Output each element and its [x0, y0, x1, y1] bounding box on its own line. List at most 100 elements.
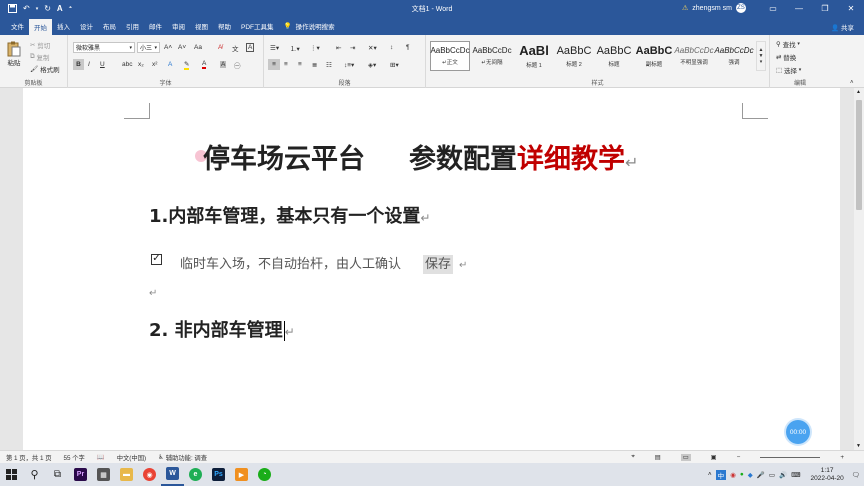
- tray-app-icon[interactable]: ◆: [748, 471, 753, 479]
- paste-button[interactable]: 粘贴: [4, 40, 24, 68]
- tab-review[interactable]: 审阅: [167, 17, 190, 35]
- phonetic-guide-button[interactable]: 文: [232, 42, 239, 53]
- tab-home[interactable]: 开始: [29, 19, 52, 35]
- tab-references[interactable]: 引用: [121, 17, 144, 35]
- shading-button[interactable]: ◈▾: [368, 59, 376, 70]
- clear-formatting-button[interactable]: A̸: [218, 42, 222, 53]
- scroll-up-icon[interactable]: ▲: [856, 89, 861, 95]
- page-count[interactable]: 第 1 页，共 1 页: [6, 453, 52, 462]
- numbering-button[interactable]: ⒈▾: [290, 42, 300, 53]
- style-subtitle[interactable]: AaBbC 副标题: [634, 41, 674, 71]
- subscript-button[interactable]: x₂: [138, 59, 144, 70]
- line-spacing-button[interactable]: ↕≡▾: [344, 59, 354, 70]
- multilevel-list-button[interactable]: ⋮▾: [310, 42, 320, 53]
- increase-indent-button[interactable]: ⇥: [350, 42, 355, 53]
- collapse-ribbon-button[interactable]: ˄: [850, 77, 854, 88]
- share-button[interactable]: 👤 共享: [831, 22, 854, 32]
- maximize-button[interactable]: ❐: [812, 0, 838, 17]
- taskbar-app-chrome[interactable]: ◉: [138, 463, 161, 486]
- style-emphasis[interactable]: AaBbCcDc 强调: [714, 41, 754, 71]
- microphone-icon[interactable]: 🎤: [757, 471, 765, 479]
- style-heading2[interactable]: AaBbC 标题 2: [554, 41, 594, 71]
- taskbar-app-word[interactable]: W: [161, 463, 184, 486]
- read-mode-icon[interactable]: ▤: [655, 454, 661, 461]
- tab-insert[interactable]: 插入: [52, 17, 75, 35]
- align-right-button[interactable]: ≡: [298, 59, 302, 70]
- close-button[interactable]: ✕: [838, 0, 864, 17]
- tab-mailings[interactable]: 邮件: [144, 17, 167, 35]
- italic-button[interactable]: I: [88, 59, 90, 70]
- taskbar-search[interactable]: ⚲: [23, 463, 46, 486]
- tab-layout[interactable]: 布局: [98, 17, 121, 35]
- taskbar-app-orange[interactable]: ▶: [230, 463, 253, 486]
- superscript-button[interactable]: x²: [152, 59, 157, 70]
- show-marks-button[interactable]: ¶: [406, 42, 410, 53]
- bullets-button[interactable]: ☰▾: [270, 42, 279, 53]
- styles-scroll[interactable]: ▲ ▼ ▾: [756, 41, 766, 71]
- chinese-layout-button[interactable]: ✕▾: [368, 42, 377, 53]
- distribute-button[interactable]: ☷: [326, 59, 332, 70]
- select-button[interactable]: ⬚ 选择 ▾: [776, 64, 801, 75]
- zoom-slider[interactable]: [760, 456, 821, 458]
- style-title[interactable]: AaBbC 标题: [594, 41, 634, 71]
- taskbar-app-files[interactable]: ▬: [115, 463, 138, 486]
- proofing-icon[interactable]: 📖: [97, 453, 105, 461]
- sort-button[interactable]: ↕: [390, 42, 393, 53]
- tab-file[interactable]: 文件: [6, 17, 29, 35]
- zoom-in-icon[interactable]: +: [840, 454, 844, 461]
- checkbox-icon[interactable]: ✓: [151, 253, 162, 265]
- tray-app-icon[interactable]: ●: [740, 471, 744, 478]
- strikethrough-button[interactable]: abc: [122, 59, 132, 70]
- focus-icon[interactable]: ⌖: [631, 453, 635, 461]
- font-color-button[interactable]: A: [202, 59, 207, 70]
- ribbon-display-icon[interactable]: ▭: [760, 0, 786, 17]
- style-subtle-emphasis[interactable]: AaBbCcDc 不明显强调: [674, 41, 714, 71]
- enclose-char-button[interactable]: ㊀: [234, 59, 241, 70]
- borders-button[interactable]: ⊞▾: [390, 59, 399, 70]
- start-button[interactable]: [0, 463, 23, 486]
- text-effects-button[interactable]: A: [168, 59, 172, 70]
- taskbar-app-green[interactable]: e: [184, 463, 207, 486]
- grow-font-button[interactable]: A˄: [164, 42, 172, 53]
- word-count[interactable]: 55 个字: [64, 453, 85, 462]
- minimize-button[interactable]: —: [786, 0, 812, 17]
- char-border-button[interactable]: A: [246, 42, 255, 53]
- align-center-button[interactable]: ≡: [284, 59, 288, 70]
- accessibility-status[interactable]: 辅助功能: 调查: [166, 453, 207, 462]
- undo-icon[interactable]: ↶: [23, 4, 30, 13]
- tab-pdf-tools[interactable]: PDF工具集: [236, 17, 279, 35]
- tell-me-search[interactable]: 💡 操作说明搜索: [279, 17, 340, 35]
- web-layout-icon[interactable]: ▣: [711, 454, 717, 461]
- print-layout-icon[interactable]: ▭: [680, 453, 691, 461]
- change-case-button[interactable]: Aa: [194, 42, 202, 53]
- tab-design[interactable]: 设计: [75, 17, 98, 35]
- tray-app-icon[interactable]: ◉: [730, 471, 736, 479]
- replace-button[interactable]: ⇄ 替换: [776, 51, 796, 62]
- style-heading1[interactable]: AaBl 标题 1: [514, 41, 554, 71]
- decrease-indent-button[interactable]: ⇤: [336, 42, 341, 53]
- highlight-button[interactable]: ✎: [184, 59, 190, 70]
- taskbar-app-premiere[interactable]: Pr: [69, 463, 92, 486]
- shrink-font-button[interactable]: A˅: [178, 42, 186, 53]
- language[interactable]: 中文(中国): [117, 453, 146, 462]
- tab-help[interactable]: 帮助: [213, 17, 236, 35]
- checkbox-setting[interactable]: ✓: [151, 252, 162, 265]
- taskbar-app-calculator[interactable]: ▦: [92, 463, 115, 486]
- task-view[interactable]: ⧉: [46, 463, 69, 486]
- autoformat-icon[interactable]: A: [57, 4, 63, 13]
- undo-dropdown-icon[interactable]: ▾: [36, 6, 39, 12]
- customize-qat-icon[interactable]: ⩡: [69, 5, 72, 12]
- bold-button[interactable]: B: [73, 59, 84, 70]
- underline-button[interactable]: U: [100, 59, 105, 70]
- font-name-select[interactable]: 微软雅黑 ▾: [73, 42, 135, 53]
- redo-icon[interactable]: ↻: [44, 4, 51, 13]
- taskbar-app-photoshop[interactable]: Ps: [207, 463, 230, 486]
- cut-button[interactable]: ✂ 剪切: [30, 39, 50, 50]
- find-button[interactable]: ⚲ 查找 ▾: [776, 38, 800, 49]
- copy-button[interactable]: ⧉ 复制: [30, 51, 49, 62]
- save-button-text[interactable]: 保存: [423, 255, 454, 274]
- taskbar-app-wechat[interactable]: ◔: [253, 463, 276, 486]
- clock[interactable]: 1:17 2022-04-20: [810, 467, 843, 483]
- style-normal[interactable]: AaBbCcDc ↵正文: [430, 41, 470, 71]
- font-size-select[interactable]: 小三 ▾: [137, 42, 160, 53]
